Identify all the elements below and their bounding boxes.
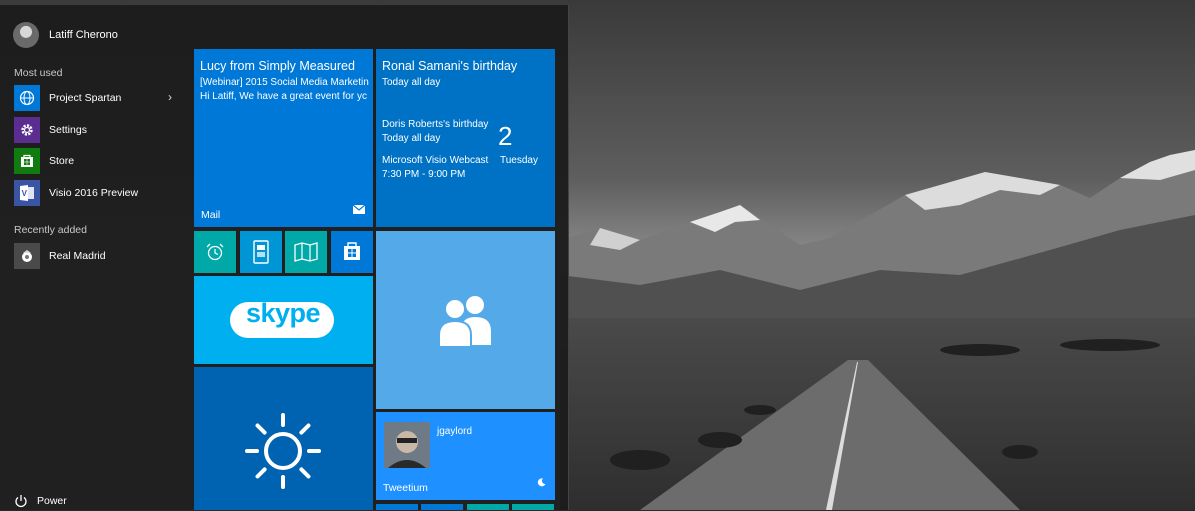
alarm-clock-icon — [205, 242, 225, 267]
calendar-day-number: 2 — [498, 121, 513, 151]
chevron-right-icon[interactable]: › — [168, 90, 172, 104]
globe-icon — [14, 85, 40, 111]
mail-tile[interactable]: Lucy from Simply Measured [Webinar] 2015… — [194, 49, 373, 227]
app-label: Store — [49, 155, 75, 167]
app-label: Project Spartan — [49, 92, 122, 104]
tweetium-tile-label: Tweetium — [383, 482, 428, 494]
phone-icon — [253, 240, 269, 269]
user-name: Latiff Cherono — [49, 29, 118, 41]
start-left-pane: Latiff Cherono Most used Project Spartan… — [0, 5, 188, 510]
partial-tile-3[interactable] — [467, 504, 509, 510]
mail-tile-label: Mail — [201, 209, 221, 221]
alarm-tile[interactable] — [194, 231, 236, 273]
tweetium-tile[interactable]: jgaylord Tweetium — [376, 412, 555, 500]
power-label: Power — [37, 495, 67, 507]
gear-icon — [14, 117, 40, 143]
real-madrid-icon — [14, 243, 40, 269]
event1-time: Today all day — [382, 77, 441, 88]
app-label: Visio 2016 Preview — [49, 187, 139, 199]
mail-preview: Hi Latiff, We have a great event for yc — [200, 91, 367, 102]
app-visio-2016-preview[interactable]: V Visio 2016 Preview — [14, 180, 184, 206]
event2-title: Doris Roberts's birthday — [382, 119, 489, 130]
people-icon — [437, 291, 495, 352]
mail-subject: [Webinar] 2015 Social Media Marketin — [200, 77, 369, 88]
avatar — [13, 22, 39, 48]
skype-logo-text: skype — [245, 298, 321, 328]
svg-text:V: V — [22, 189, 28, 198]
skype-tile[interactable]: skype — [194, 276, 373, 364]
weather-tile[interactable] — [194, 367, 373, 510]
store-icon — [343, 241, 361, 266]
store-tile[interactable] — [331, 231, 373, 273]
visio-icon: V — [14, 180, 40, 206]
power-icon — [14, 494, 28, 508]
app-settings[interactable]: Settings — [14, 117, 184, 143]
event3-time: 7:30 PM - 9:00 PM — [382, 169, 466, 180]
map-icon — [294, 242, 318, 267]
partial-tile-4[interactable] — [512, 504, 554, 510]
user-account[interactable]: Latiff Cherono — [13, 21, 118, 49]
moon-icon — [537, 474, 546, 492]
people-tile[interactable] — [376, 231, 555, 409]
power-button[interactable]: Power — [14, 494, 67, 508]
tweet-author: jgaylord — [437, 426, 473, 437]
sun-icon — [243, 411, 323, 496]
event3-title: Microsoft Visio Webcast — [382, 155, 489, 166]
event2-time: Today all day — [382, 133, 441, 144]
phone-tile[interactable] — [240, 231, 282, 273]
start-menu: Latiff Cherono Most used Project Spartan… — [0, 5, 568, 510]
app-label: Real Madrid — [49, 250, 106, 262]
store-icon — [14, 148, 40, 174]
event1-title: Ronal Samani's birthday — [382, 59, 518, 73]
calendar-tile[interactable]: Ronal Samani's birthday Today all day Do… — [376, 49, 555, 227]
maps-tile[interactable] — [285, 231, 327, 273]
app-real-madrid[interactable]: Real Madrid — [14, 243, 184, 269]
recently-added-heading: Recently added — [14, 224, 87, 236]
envelope-icon — [352, 201, 366, 219]
calendar-day-name: Tuesday — [500, 155, 538, 166]
most-used-heading: Most used — [14, 67, 63, 79]
app-store[interactable]: Store — [14, 148, 184, 174]
app-label: Settings — [49, 124, 87, 136]
app-project-spartan[interactable]: Project Spartan › — [14, 85, 184, 111]
mail-sender: Lucy from Simply Measured — [200, 59, 355, 73]
partial-tile-2[interactable] — [421, 504, 463, 510]
partial-tile-1[interactable] — [376, 504, 418, 510]
tweet-author-avatar — [384, 422, 430, 468]
